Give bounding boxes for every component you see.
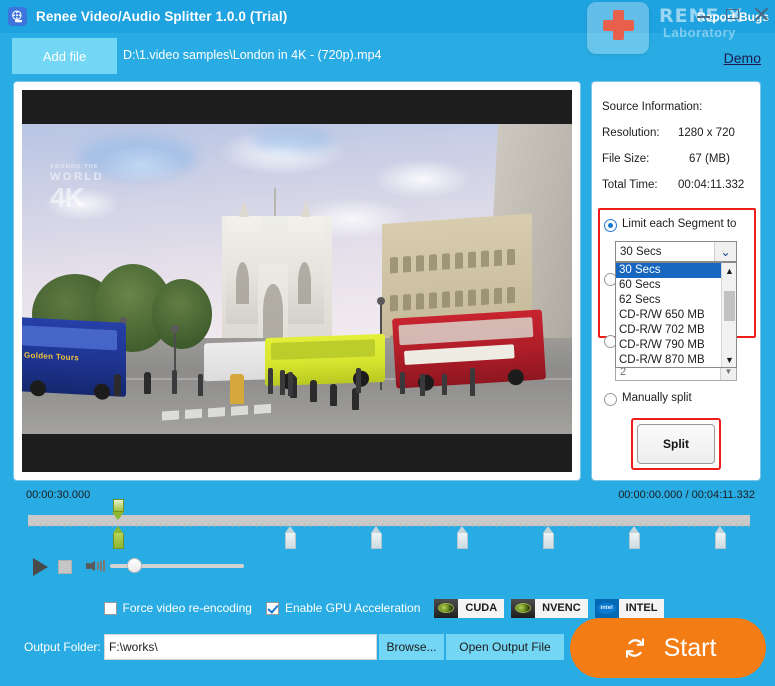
tool-row: Add file D:\1.video samples\London in 4K…	[0, 33, 775, 81]
gpu-badge-nvenc-label: NVENC	[535, 598, 588, 618]
stop-icon[interactable]	[58, 560, 72, 574]
gpu-badge-intel-label: INTEL	[618, 598, 665, 618]
timeline-marker[interactable]	[457, 526, 468, 549]
segment-size-dropdown-list[interactable]: 30 Secs 60 Secs 62 Secs CD-R/W 650 MB CD…	[615, 262, 737, 368]
chevron-down-icon[interactable]: ⌄	[714, 242, 736, 261]
start-button[interactable]: Start	[570, 618, 766, 678]
maximize-icon[interactable]	[725, 6, 740, 21]
segment-size-combobox[interactable]: 30 Secs ⌄	[615, 241, 737, 262]
play-icon[interactable]	[33, 558, 48, 576]
output-folder-label: Output Folder:	[24, 640, 101, 654]
title-bar: Renee Video/Audio Splitter 1.0.0 (Trial)…	[0, 0, 775, 54]
gpu-acceleration-label: Enable GPU Acceleration	[284, 601, 421, 615]
window-title: Renee Video/Audio Splitter 1.0.0 (Trial)	[36, 9, 288, 24]
litter-bin	[230, 374, 244, 404]
position-total-label: 00:00:00.000 / 00:04:11.332	[618, 489, 755, 501]
intel-logo-icon: intel	[594, 598, 619, 618]
nvidia-eye-icon	[511, 598, 536, 618]
dropdown-item[interactable]: CD-R/W 702 MB	[616, 323, 721, 338]
open-output-file-button[interactable]: Open Output File	[446, 634, 564, 660]
dropdown-items[interactable]: 30 Secs 60 Secs 62 Secs CD-R/W 650 MB CD…	[616, 263, 721, 367]
refresh-sync-icon	[620, 633, 650, 663]
browse-button[interactable]: Browse...	[379, 634, 444, 660]
radio-limit-segment[interactable]	[604, 219, 617, 232]
file-path-label: D:\1.video samples\London in 4K - (720p)…	[123, 48, 382, 62]
add-file-button[interactable]: Add file	[12, 38, 117, 74]
minimize-icon[interactable]	[696, 6, 711, 21]
timeline-marker[interactable]	[543, 526, 554, 549]
volume-icon[interactable]	[86, 558, 105, 574]
bus-blue: Golden Tours	[22, 317, 126, 401]
output-folder-input[interactable]: F:\works\	[104, 634, 377, 660]
bus-red-doubledecker	[392, 309, 546, 392]
dropdown-item[interactable]: 62 Secs	[616, 293, 721, 308]
watermark-top-text: AROUND THE	[50, 164, 99, 170]
radio-manually-split[interactable]	[604, 393, 617, 406]
title-bar-right: Report Bugs RENE.X Laboratory	[587, 0, 775, 54]
app-icon	[8, 7, 27, 26]
split-button[interactable]: Split	[637, 424, 715, 464]
video-preview-panel[interactable]: Golden Tours AROUND THE WORLD 4K	[13, 81, 581, 481]
bus-blue-text: Golden Tours	[24, 350, 80, 363]
gpu-acceleration-checkbox[interactable]	[265, 601, 279, 615]
dropdown-scrollbar[interactable]: ▲ ▼	[721, 263, 736, 367]
force-reencode-label: Force video re-encoding	[122, 601, 252, 615]
volume-slider-knob[interactable]	[127, 558, 142, 573]
caret-up-icon[interactable]: ▲	[722, 263, 737, 278]
dropdown-item[interactable]: CD-R/W 870 MB	[616, 353, 721, 367]
video-stage[interactable]: Golden Tours AROUND THE WORLD 4K	[22, 90, 572, 472]
dropdown-item[interactable]: 60 Secs	[616, 278, 721, 293]
gpu-badge-cuda-label: CUDA	[458, 598, 505, 618]
caret-down-icon[interactable]: ▼	[722, 352, 737, 367]
timeline-marker[interactable]	[285, 526, 296, 549]
nvidia-eye-icon	[434, 598, 459, 618]
filesize-label: File Size:	[602, 153, 650, 165]
video-frame: Golden Tours AROUND THE WORLD 4K	[22, 124, 572, 434]
timeline-marker[interactable]	[629, 526, 640, 549]
watermark-4k-text: 4K	[50, 182, 85, 213]
window-controls	[696, 6, 769, 21]
intel-logo-text: intel	[597, 602, 617, 614]
timeline-marker[interactable]	[715, 526, 726, 549]
source-info-heading: Source Information:	[602, 101, 703, 113]
timeline-playhead[interactable]	[112, 499, 124, 520]
dropdown-item[interactable]: 30 Secs	[616, 263, 721, 278]
gpu-badge-intel[interactable]: intel INTEL	[594, 598, 665, 618]
dropdown-item[interactable]: CD-R/W 790 MB	[616, 338, 721, 353]
gpu-badge-nvenc[interactable]: NVENC	[511, 598, 588, 618]
segment-size-value: 30 Secs	[620, 245, 662, 258]
tree	[152, 279, 212, 349]
resolution-label: Resolution:	[602, 127, 660, 139]
timeline-marker[interactable]	[371, 526, 382, 549]
radio-limit-segment-label: Limit each Segment to	[622, 218, 737, 230]
timeline-marker[interactable]	[113, 526, 124, 549]
force-reencode-checkbox[interactable]	[103, 601, 117, 615]
segment-length-label: 00:00:30.000	[26, 489, 91, 501]
radio-manually-split-label: Manually split	[622, 392, 692, 404]
demo-link[interactable]: Demo	[724, 50, 761, 66]
totaltime-label: Total Time:	[602, 179, 658, 191]
start-button-label: Start	[663, 633, 717, 662]
resolution-value: 1280 x 720	[678, 127, 735, 139]
close-icon[interactable]	[754, 6, 769, 21]
filesize-value: 67 (MB)	[689, 153, 730, 165]
video-watermark: AROUND THE WORLD 4K	[50, 164, 104, 212]
totaltime-value: 00:04:11.332	[678, 179, 745, 191]
gpu-badge-cuda[interactable]: CUDA	[434, 598, 505, 618]
scrollbar-thumb[interactable]	[724, 291, 735, 321]
dropdown-item[interactable]: CD-R/W 650 MB	[616, 308, 721, 323]
timeline-ticks	[28, 524, 750, 527]
